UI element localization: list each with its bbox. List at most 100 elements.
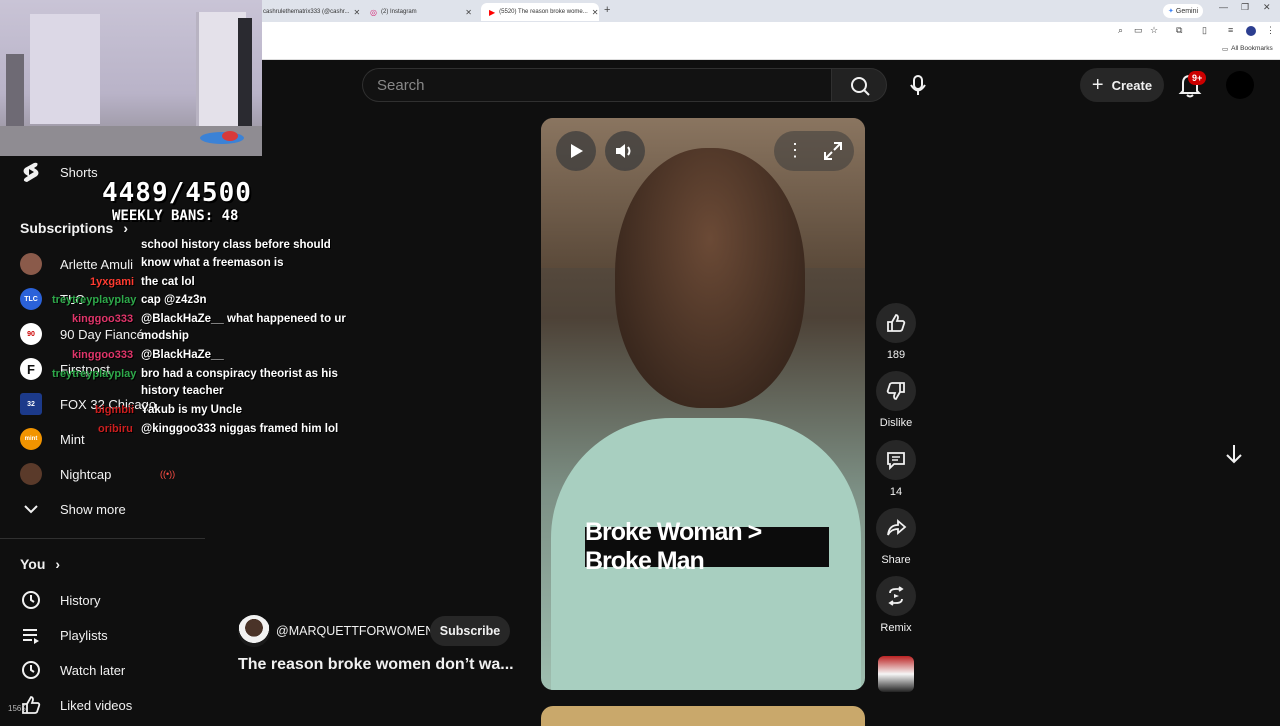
sidebar-item-label: Nightcap [60, 466, 112, 482]
gemini-button[interactable]: ✦ Gemini [1163, 4, 1204, 18]
clock-icon [20, 659, 42, 681]
thumbs-down-icon [886, 382, 905, 400]
browser-tab-active[interactable]: ▶ (5520) The reason broke wome... ✕ [481, 3, 599, 21]
share-icon [887, 519, 907, 536]
close-icon[interactable]: ✕ [353, 8, 360, 17]
section-title: Subscriptions [20, 220, 114, 236]
sidebar-item-liked-videos[interactable]: Liked videos [20, 688, 132, 722]
profile-icon[interactable] [1246, 26, 1256, 36]
volume-button[interactable] [605, 131, 645, 171]
extensions-icon[interactable]: ⧉ [1176, 25, 1182, 36]
chat-message: modship [141, 330, 189, 342]
video-title[interactable]: The reason broke women don’t wa... [238, 656, 514, 674]
account-avatar[interactable] [1226, 71, 1254, 99]
sidebar-item-playlists[interactable]: Playlists [20, 618, 108, 652]
chat-message: @BlackHaZe__ [141, 349, 224, 361]
sidebar-item-label: Shorts [60, 164, 98, 180]
ban-counter: 4489/4500 [102, 178, 252, 208]
new-tab-icon[interactable]: + [604, 4, 610, 16]
chat-message: cap @z4z3n [141, 294, 207, 306]
search-button[interactable] [831, 68, 887, 102]
sidebar-item-subscription[interactable]: mint Mint [20, 422, 85, 456]
play-button[interactable] [556, 131, 596, 171]
avatar-text: TLC [24, 295, 38, 303]
sidebar-item-label: Liked videos [60, 697, 133, 713]
menu-icon[interactable]: ⋮ [1266, 25, 1275, 36]
search-placeholder: Search [377, 77, 425, 94]
avatar-text: 32 [27, 400, 35, 408]
star-icon[interactable]: ☆ [1150, 25, 1158, 36]
channel-name[interactable]: @MARQUETTFORWOMEN [276, 624, 434, 638]
chat-message: bro had a conspiracy theorist as his [141, 368, 338, 380]
sidepanel-icon[interactable]: ▯ [1202, 25, 1207, 36]
chat-message: school history class before should [141, 239, 331, 251]
gemini-icon: ✦ [1168, 8, 1174, 15]
extension-icon[interactable]: ≡ [1228, 25, 1233, 35]
subscribe-button[interactable]: Subscribe [430, 616, 510, 646]
tab-title: (5520) The reason broke wome... [499, 9, 588, 15]
browser-tab[interactable]: cashrulethematrix333 (@cashr... ✕ [255, 3, 360, 21]
sidebar-item-label: Arlette Amuli [60, 256, 133, 272]
channel-avatar [20, 463, 42, 485]
zoom-icon[interactable]: ⌕ [1118, 25, 1123, 36]
voice-search-button[interactable] [900, 68, 936, 102]
close-icon[interactable]: ✕ [465, 8, 472, 17]
restore-icon[interactable]: ❐ [1241, 2, 1249, 13]
dislike-label: Dislike [879, 417, 913, 429]
sidebar-item-label: Show more [60, 501, 126, 517]
comments-button[interactable] [876, 440, 916, 480]
short-video-player[interactable]: Broke Woman > Broke Man [541, 118, 865, 690]
search-input[interactable]: Search [362, 68, 832, 102]
channel-avatar[interactable] [238, 615, 270, 647]
play-icon [571, 144, 583, 158]
fullscreen-icon[interactable] [823, 141, 843, 166]
shorts-icon [20, 161, 42, 183]
folder-icon: ▭ [1222, 46, 1229, 53]
next-video-button[interactable] [1222, 442, 1246, 466]
cat-tree [6, 54, 24, 134]
channel-avatar: 90 [20, 323, 42, 345]
more-options-icon[interactable]: ⋮ [786, 140, 804, 161]
dislike-button[interactable] [876, 371, 916, 411]
sidebar-item-shorts[interactable]: Shorts [20, 155, 98, 189]
close-icon[interactable]: ✕ [592, 8, 599, 17]
avatar-text: F [27, 361, 35, 377]
minimize-icon[interactable]: — [1219, 2, 1228, 12]
create-button[interactable]: + Create [1080, 68, 1164, 102]
sidebar-item-label: Playlists [60, 627, 108, 643]
window-close-icon[interactable]: ✕ [1263, 2, 1271, 13]
section-title: You [20, 556, 46, 572]
sidebar-item-label: Watch later [60, 662, 126, 678]
closet-door [30, 14, 100, 124]
arrow-down-icon [1226, 445, 1242, 464]
sidebar-item-watch-later[interactable]: Watch later [20, 653, 125, 687]
live-icon: ((•)) [160, 469, 176, 479]
share-label: Share [881, 554, 911, 566]
chat-username: 1yxgami [90, 276, 135, 288]
channel-avatar [20, 253, 42, 275]
share-button[interactable] [876, 508, 916, 548]
playlist-icon [20, 624, 42, 646]
like-button[interactable] [876, 303, 916, 343]
sidebar-item-history[interactable]: History [20, 583, 100, 617]
remix-button[interactable] [876, 576, 916, 616]
chat-username: treytreyplayplay [52, 368, 137, 380]
cast-icon[interactable]: ▭ [1134, 25, 1143, 36]
show-more-button[interactable]: Show more [20, 492, 126, 526]
chat-username: oribiru [98, 423, 133, 435]
bookmarks-label: All Bookmarks [1231, 45, 1273, 52]
all-bookmarks[interactable]: ▭ All Bookmarks [1222, 45, 1273, 53]
volume-icon [616, 144, 631, 158]
sidebar-item-subscription[interactable]: Nightcap ((•)) [20, 457, 175, 491]
chat-message: know what a freemason is [141, 257, 284, 269]
next-short-preview[interactable] [541, 706, 865, 726]
sidebar-item-subscription[interactable]: 32 FOX 32 Chicago [20, 387, 156, 421]
chat-message: the cat lol [141, 276, 195, 288]
you-header[interactable]: You › [20, 556, 60, 572]
avatar-text: 90 [27, 330, 35, 338]
viewer-count: 1565 [8, 704, 26, 713]
channel-thumbnail[interactable] [878, 656, 914, 692]
video-caption: Broke Woman > Broke Man [585, 518, 829, 575]
channel-avatar: TLC [20, 288, 42, 310]
browser-tab[interactable]: ◎ (2) Instagram ✕ [362, 3, 480, 21]
